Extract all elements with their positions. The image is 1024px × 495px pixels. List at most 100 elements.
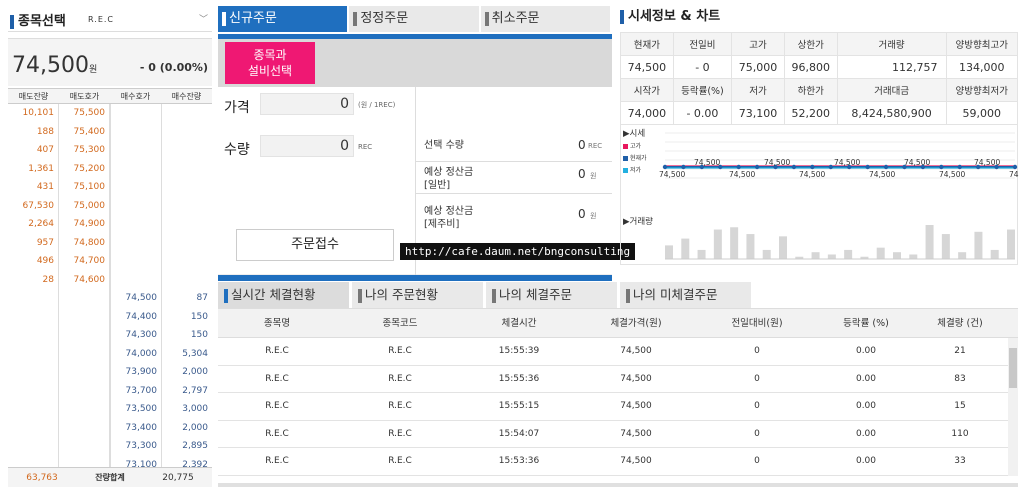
quantity-input-unit: REC (358, 143, 373, 151)
ask-qty: 431 (36, 182, 54, 192)
empty-cell (8, 400, 58, 419)
orderbook-ask-row[interactable]: 2,264 74,900 (8, 215, 212, 234)
tab-my-unfilled[interactable]: 나의 미체결주문 (620, 282, 754, 308)
trade-cell: 33 (954, 456, 966, 466)
column-header: 등락률 (%) (843, 318, 889, 329)
orderbook-bid-row[interactable]: 73,700 2,797 (8, 381, 212, 400)
select-stock-equipment-button[interactable]: 종목과 설비선택 (225, 42, 315, 84)
price-input[interactable]: 0 (260, 93, 354, 115)
orderbook-ask-row[interactable]: 431 75,100 (8, 178, 212, 197)
info-value-row: 74,500 - 0 75,000 96,800 112,757 134,000 (620, 55, 1019, 79)
empty-cell (162, 215, 212, 234)
empty-cell (8, 308, 58, 327)
orderbook-ask-row[interactable]: 67,530 75,000 (8, 196, 212, 215)
tab-label: 나의 주문현황 (365, 287, 438, 302)
total-bid-qty: 20,775 (162, 473, 194, 483)
price-point (939, 164, 944, 170)
price-point (662, 164, 668, 170)
empty-cell (110, 122, 162, 141)
tab-my-filled[interactable]: 나의 체결주문 (486, 282, 620, 308)
bottom-scrollbar[interactable] (218, 483, 1018, 487)
price-point (883, 164, 889, 170)
orderbook-bid-row[interactable]: 73,900 2,000 (8, 363, 212, 382)
total-ask-qty: 63,763 (26, 473, 58, 483)
tab-new-order[interactable]: 신규주문 (218, 6, 350, 32)
empty-cell (58, 326, 110, 345)
trade-cell: 0.00 (855, 346, 877, 356)
orderbook-bid-row[interactable]: 74,000 5,304 (8, 344, 212, 363)
stock-selector[interactable]: 종목선택 R.E.C ﹀ (8, 6, 212, 32)
orderbook-bid-row[interactable]: 73,500 3,000 (8, 400, 212, 419)
info-header: 고가 (731, 32, 785, 56)
trade-cell: 0.00 (855, 428, 877, 439)
submit-order-button[interactable]: 주문접수 (236, 229, 394, 261)
info-header: 상한가 (783, 32, 838, 56)
quantity-input[interactable]: 0 (260, 135, 354, 157)
info-header: 전일비 (672, 32, 733, 56)
ask-price: 75,100 (58, 178, 110, 197)
bid-price: 73,900 (110, 363, 162, 382)
trade-cell: 15:55:39 (498, 346, 540, 356)
volume-bar (730, 227, 739, 259)
price-point (736, 164, 741, 170)
orderbook-ask-row[interactable]: 957 74,800 (8, 233, 212, 252)
orderbook-bid-row[interactable]: 74,500 87 (8, 289, 212, 308)
selected-qty-unit: REC (588, 142, 603, 150)
volume-bar (925, 225, 934, 259)
scrollbar[interactable] (1008, 338, 1018, 476)
orderbook-bid-row[interactable]: 73,400 2,000 (8, 418, 212, 437)
tab-cancel-order[interactable]: 취소주문 (480, 6, 612, 32)
ask-qty: 957 (36, 237, 54, 248)
trade-row[interactable]: R.E.C R.E.C 15:54:07 74,500 0 0.00 110 (218, 421, 1018, 448)
header-bid-qty: 매수잔량 (171, 92, 202, 101)
total-label: 잔량합계 (95, 473, 125, 482)
empty-cell (8, 326, 58, 345)
volume-bar (827, 254, 836, 259)
trade-cell: 74,500 (620, 456, 652, 466)
column-header: 종목코드 (382, 318, 418, 329)
settle-extra-unit: 원 (590, 212, 597, 220)
realtime-tabs: 실시간 체결현황 나의 주문현황 나의 체결주문 나의 미체결주문 (218, 282, 1018, 308)
orderbook-bid-row[interactable]: 73,300 2,895 (8, 437, 212, 456)
ask-price: 75,200 (58, 159, 110, 178)
price-line-label: 74,500 (904, 158, 930, 167)
orderbook-table: 매도잔량 매도호가 매수호가 매수잔량 10,101 75,500 188 75,40… (8, 88, 212, 474)
tab-label: 나의 체결주문 (499, 287, 572, 302)
tab-marker (626, 288, 630, 303)
tab-modify-order[interactable]: 정정주문 (349, 6, 481, 32)
tab-realtime-trades[interactable]: 실시간 체결현황 (218, 282, 352, 308)
trade-row[interactable]: R.E.C R.E.C 15:53:36 74,500 0 0.00 33 (218, 448, 1018, 476)
bid-price: 74,000 (110, 344, 162, 363)
info-value: 134,000 (945, 55, 1019, 79)
orderbook-bid-row[interactable]: 74,400 150 (8, 307, 212, 327)
tab-my-orders[interactable]: 나의 주문현황 (352, 282, 486, 308)
orderbook-ask-row[interactable]: 407 75,300 (8, 141, 212, 160)
volume-bar (990, 249, 999, 259)
orderbook-ask-row[interactable]: 496 74,700 (8, 252, 212, 271)
trade-row[interactable]: R.E.C R.E.C 15:55:15 74,500 0 0.00 15 (218, 393, 1018, 421)
volume-bar (681, 238, 690, 259)
info-value: 74,500 (620, 55, 674, 79)
orderbook-ask-row[interactable]: 28 74,600 (8, 270, 212, 289)
empty-cell (162, 252, 212, 271)
orderbook-ask-row[interactable]: 10,101 75,500 (8, 104, 212, 123)
info-value: 8,424,580,900 (836, 101, 947, 125)
scrollbar-thumb[interactable] (1009, 348, 1017, 388)
empty-cell (58, 307, 110, 326)
empty-cell (58, 418, 110, 437)
bid-price: 73,300 (110, 437, 162, 456)
tab-marker (358, 288, 362, 303)
orderbook-ask-row[interactable]: 188 75,400 (8, 122, 212, 141)
info-value: 112,757 (836, 55, 947, 79)
price-line-label: 74,500 (694, 158, 720, 167)
chevron-down-icon[interactable]: ﹀ (199, 12, 208, 25)
trade-row[interactable]: R.E.C R.E.C 15:55:36 74,500 0 0.00 83 (218, 366, 1018, 393)
empty-cell (58, 289, 110, 308)
price-line-label: 74,500 (974, 158, 1000, 167)
price-point (957, 164, 962, 170)
trade-row[interactable]: R.E.C R.E.C 15:55:39 74,500 0 0.00 21 (218, 338, 1018, 366)
ask-qty: 10,101 (22, 108, 55, 118)
orderbook-ask-row[interactable]: 1,361 75,200 (8, 159, 212, 178)
orderbook-bid-row[interactable]: 74,300 150 (8, 326, 212, 345)
trade-cell: 0.00 (855, 456, 877, 466)
